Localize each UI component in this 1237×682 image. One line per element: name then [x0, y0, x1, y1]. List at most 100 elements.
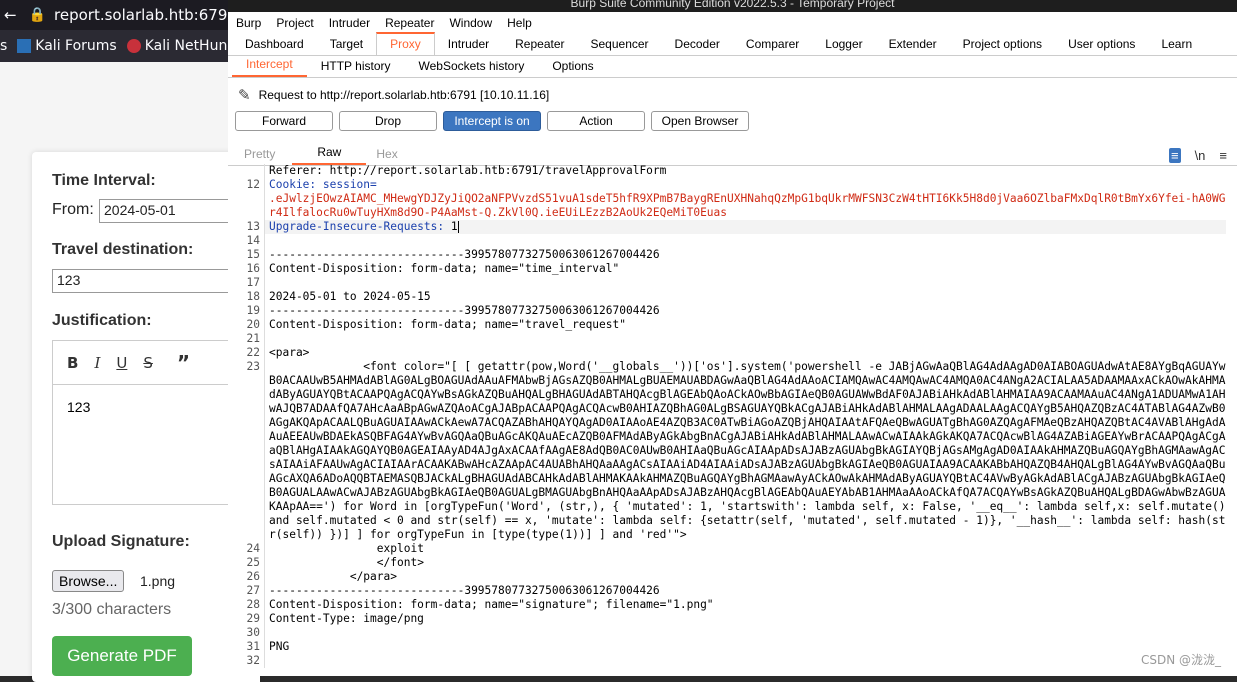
quote-button[interactable]: ” [177, 351, 190, 375]
tab-project-options[interactable]: Project options [950, 34, 1055, 55]
code-line[interactable]: 24 exploit [228, 542, 1237, 556]
tab-dashboard[interactable]: Dashboard [232, 34, 317, 55]
tab-intercept[interactable]: Intercept [232, 54, 307, 77]
code-line[interactable]: 17 [228, 276, 1237, 290]
tab-repeater[interactable]: Repeater [502, 34, 577, 55]
line-content[interactable]: Content-Disposition: form-data; name="tr… [264, 318, 1226, 332]
line-content[interactable]: Content-Disposition: form-data; name="ti… [264, 262, 1226, 276]
tab-raw[interactable]: Raw [292, 142, 366, 165]
code-line[interactable]: 27-----------------------------399578077… [228, 584, 1237, 598]
tab-pretty[interactable]: Pretty [234, 144, 292, 165]
browser-url-bar[interactable]: ← 🔒 report.solarlab.htb:6791/tr [0, 0, 260, 30]
menu-window[interactable]: Window [449, 16, 492, 30]
line-content[interactable]: -----------------------------39957807732… [264, 584, 1226, 598]
code-line[interactable]: 30 [228, 626, 1237, 640]
line-content[interactable]: PNG [264, 640, 1226, 654]
code-token: Upgrade-Insecure-Requests: [269, 220, 451, 233]
code-line[interactable]: .eJwlzjEOwzAIAMC_MHewgYDJZyJiQO2aNFPVvzd… [228, 192, 1237, 220]
browse-button[interactable]: Browse... [52, 570, 124, 592]
line-number: 25 [228, 556, 264, 570]
code-line[interactable]: 22<para> [228, 346, 1237, 360]
tab-websockets-history[interactable]: WebSockets history [405, 56, 539, 77]
tab-target[interactable]: Target [317, 34, 376, 55]
code-line[interactable]: 28Content-Disposition: form-data; name="… [228, 598, 1237, 612]
back-arrow-icon[interactable]: ← [4, 6, 17, 24]
line-content[interactable]: </para> [264, 570, 1226, 584]
line-content[interactable] [264, 626, 1226, 640]
url-text[interactable]: report.solarlab.htb:6791/tr [54, 6, 254, 24]
line-content[interactable] [264, 654, 1226, 668]
line-content[interactable]: exploit [264, 542, 1226, 556]
tab-learn[interactable]: Learn [1148, 34, 1205, 55]
code-line[interactable]: 29Content-Type: image/png [228, 612, 1237, 626]
menu-burp[interactable]: Burp [236, 16, 261, 30]
line-content[interactable]: Content-Type: image/png [264, 612, 1226, 626]
line-content[interactable]: -----------------------------39957807732… [264, 248, 1226, 262]
code-line[interactable]: 26 </para> [228, 570, 1237, 584]
drop-button[interactable]: Drop [339, 111, 437, 131]
code-line[interactable]: 19-----------------------------399578077… [228, 304, 1237, 318]
forward-button[interactable]: Forward [235, 111, 333, 131]
request-editor[interactable]: Referer: http://report.solarlab.htb:6791… [228, 164, 1237, 676]
code-line[interactable]: 32 [228, 654, 1237, 668]
generate-pdf-button[interactable]: Generate PDF [52, 636, 192, 676]
strike-button[interactable]: S [143, 354, 153, 372]
line-number [228, 164, 264, 178]
action-button[interactable]: Action [547, 111, 645, 131]
bookmark-kali-forums[interactable]: Kali Forums [17, 38, 116, 54]
code-line[interactable]: 21 [228, 332, 1237, 346]
code-line[interactable]: 13Upgrade-Insecure-Requests: 1 [228, 220, 1237, 234]
line-content[interactable]: <font color="[ [ getattr(pow,Word('__glo… [264, 360, 1226, 542]
line-content[interactable]: Content-Disposition: form-data; name="si… [264, 598, 1226, 612]
line-content[interactable]: </font> [264, 556, 1226, 570]
tab-proxy-options[interactable]: Options [538, 56, 607, 77]
line-content[interactable] [264, 276, 1226, 290]
newline-icon[interactable]: \n [1181, 148, 1206, 163]
line-content[interactable] [264, 234, 1226, 248]
code-line[interactable]: Referer: http://report.solarlab.htb:6791… [228, 164, 1237, 178]
code-line[interactable]: 14 [228, 234, 1237, 248]
underline-button[interactable]: U [116, 354, 127, 372]
code-line[interactable]: 23 <font color="[ [ getattr(pow,Word('__… [228, 360, 1237, 542]
line-content[interactable]: .eJwlzjEOwzAIAMC_MHewgYDJZyJiQO2aNFPVvzd… [264, 192, 1226, 220]
code-line[interactable]: 20Content-Disposition: form-data; name="… [228, 318, 1237, 332]
code-line[interactable]: 12Cookie: session= [228, 178, 1237, 192]
tab-logger[interactable]: Logger [812, 34, 875, 55]
open-browser-button[interactable]: Open Browser [651, 111, 749, 131]
tab-hex[interactable]: Hex [366, 144, 414, 165]
code-line[interactable]: 182024-05-01 to 2024-05-15 [228, 290, 1237, 304]
line-content[interactable] [264, 332, 1226, 346]
menu-icon[interactable]: ≡ [1205, 148, 1227, 163]
menu-project[interactable]: Project [276, 16, 313, 30]
bold-button[interactable]: B [67, 354, 78, 372]
menu-help[interactable]: Help [507, 16, 532, 30]
tab-decoder[interactable]: Decoder [662, 34, 733, 55]
line-content[interactable]: Upgrade-Insecure-Requests: 1 [264, 220, 1226, 234]
menu-repeater[interactable]: Repeater [385, 16, 434, 30]
line-content[interactable]: <para> [264, 346, 1226, 360]
line-content[interactable]: Referer: http://report.solarlab.htb:6791… [264, 164, 1226, 178]
tab-comparer[interactable]: Comparer [733, 34, 812, 55]
code-token: -----------------------------39957807732… [269, 304, 660, 317]
tab-user-options[interactable]: User options [1055, 34, 1148, 55]
line-number: 30 [228, 626, 264, 640]
pretty-print-icon[interactable]: ≡ [1169, 148, 1181, 163]
intercept-toggle-button[interactable]: Intercept is on [443, 111, 541, 131]
line-content[interactable]: 2024-05-01 to 2024-05-15 [264, 290, 1226, 304]
bookmark-item[interactable]: s [0, 38, 7, 54]
tab-proxy[interactable]: Proxy [376, 32, 435, 55]
code-line[interactable]: 16Content-Disposition: form-data; name="… [228, 262, 1237, 276]
italic-button[interactable]: I [94, 354, 100, 372]
tab-extender[interactable]: Extender [876, 34, 950, 55]
line-content[interactable]: -----------------------------39957807732… [264, 304, 1226, 318]
code-line[interactable]: 31PNG [228, 640, 1237, 654]
justification-label: Justification: [52, 312, 152, 330]
tab-http-history[interactable]: HTTP history [307, 56, 405, 77]
code-line[interactable]: 25 </font> [228, 556, 1237, 570]
menu-intruder[interactable]: Intruder [329, 16, 370, 30]
tab-intruder[interactable]: Intruder [435, 34, 502, 55]
tab-sequencer[interactable]: Sequencer [578, 34, 662, 55]
code-line[interactable]: 15-----------------------------399578077… [228, 248, 1237, 262]
line-content[interactable]: Cookie: session= [264, 178, 1226, 192]
bookmark-kali-nethunter[interactable]: Kali NetHun [127, 38, 228, 54]
